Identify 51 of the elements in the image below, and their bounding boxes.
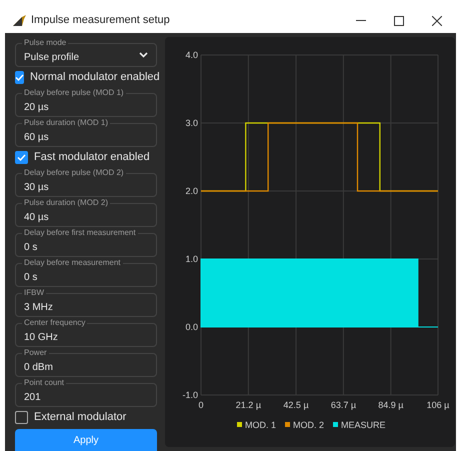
field-label: Center frequency <box>22 318 88 328</box>
x-tick-label: 21.2 µ <box>236 400 261 410</box>
chevron-down-icon <box>139 52 148 58</box>
y-tick-label: 2.0 <box>185 186 198 196</box>
field-value: 0 s <box>24 240 38 254</box>
field-label: Pulse duration (MOD 2) <box>22 198 110 208</box>
y-tick-label: 3.0 <box>185 118 198 128</box>
field-value: 3 MHz <box>24 300 53 314</box>
maximize-icon <box>394 16 404 26</box>
field-value: 60 µs <box>24 130 49 144</box>
field-label: Pulse mode <box>22 38 68 48</box>
checkbox[interactable] <box>15 410 28 424</box>
field-label: Pulse duration (MOD 1) <box>22 118 110 128</box>
legend-label: MOD. 2 <box>293 420 324 430</box>
y-tick-label: -1.0 <box>182 390 198 400</box>
y-tick-label: 0.0 <box>185 322 198 332</box>
field-value: 30 µs <box>24 180 49 194</box>
field-value: 0 s <box>24 270 38 284</box>
field-value: 0 dBm <box>24 360 53 374</box>
legend-label: MOD. 1 <box>245 420 276 430</box>
field-label: IFBW <box>22 288 46 298</box>
field-value: 40 µs <box>24 210 49 224</box>
checkbox-label: Fast modulator enabled <box>34 150 150 165</box>
window-title: Impulse measurement setup <box>31 13 170 28</box>
field-value: 10 GHz <box>24 330 58 344</box>
checkmark-icon <box>17 154 26 160</box>
x-tick-label: 63.7 µ <box>330 400 356 410</box>
field-label: Point count <box>22 378 66 388</box>
checkbox[interactable] <box>15 150 28 164</box>
x-tick-label: 0 <box>198 400 204 410</box>
y-tick-label: 4.0 <box>185 50 198 60</box>
field-value: Pulse profile <box>24 50 80 64</box>
close-icon <box>432 16 442 26</box>
field-label: Delay before first measurement <box>22 228 138 238</box>
y-tick-label: 1.0 <box>185 254 198 264</box>
field-value: 201 <box>24 390 41 404</box>
x-tick-label: 42.5 µ <box>283 400 309 410</box>
x-tick-label: 106 µ <box>426 400 450 410</box>
checkbox[interactable] <box>15 70 24 84</box>
checkbox-label: Normal modulator enabled <box>30 70 160 85</box>
checkmark-icon <box>15 74 24 80</box>
field-label: Power <box>22 348 49 358</box>
legend-label: MEASURE <box>341 420 386 430</box>
field-value: 20 µs <box>24 100 49 114</box>
app-icon <box>13 15 26 26</box>
field-label: Delay before pulse (MOD 1) <box>22 88 126 98</box>
minimize-icon <box>356 20 366 21</box>
field-label: Delay before pulse (MOD 2) <box>22 168 126 178</box>
field-label: Delay before measurement <box>22 258 122 268</box>
x-tick-label: 84.9 µ <box>378 400 404 410</box>
checkbox-label: External modulator <box>34 410 126 425</box>
